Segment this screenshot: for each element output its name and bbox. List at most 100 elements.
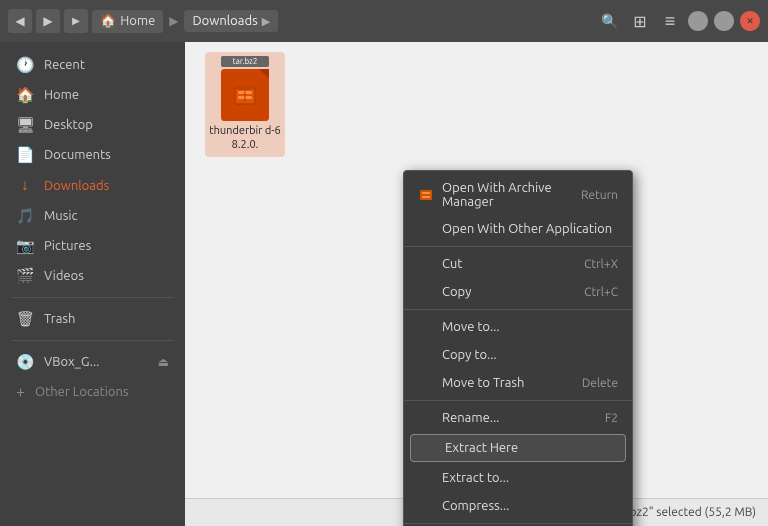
breadcrumb-arrow-btn[interactable]: ▶ [64,9,88,33]
ctx-extract-here[interactable]: Extract Here [410,434,626,462]
sidebar-label-videos: Videos [44,269,84,283]
copy-placeholder [418,284,434,300]
music-icon: 🎵 [16,207,34,225]
sidebar-label-downloads: Downloads [44,179,109,193]
extract-here-placeholder [421,440,437,456]
forward-button[interactable]: ▶ [36,9,60,33]
sidebar-label-other: Other Locations [35,385,129,399]
ctx-cut-shortcut: Ctrl+X [584,258,618,271]
ctx-compress-label: Compress... [442,499,509,513]
file-item-thunderbird[interactable]: tar.bz2 thunderbir d-68.2.0. [205,52,285,157]
rename-placeholder [418,410,434,426]
sidebar-item-recent[interactable]: 🕐 Recent [4,50,181,80]
ctx-open-archive-label: Open With Archive Manager [442,181,573,209]
cut-placeholder [418,256,434,272]
eject-button[interactable]: ⏏ [158,355,169,369]
sidebar-item-documents[interactable]: 📄 Documents [4,140,181,170]
ctx-copy[interactable]: Copy Ctrl+C [404,278,632,306]
file-area[interactable]: tar.bz2 thunderbir d-68.2.0. [185,42,768,498]
trash-icon: 🗑 [16,310,34,328]
content-area: tar.bz2 thunderbir d-68.2.0. [185,42,768,526]
sidebar-item-other-locations[interactable]: + Other Locations [4,377,181,407]
sidebar-item-videos[interactable]: 🎬 Videos [4,261,181,291]
sidebar-divider-2 [12,340,173,341]
ctx-extract-to-label: Extract to... [442,471,509,485]
titlebar: ◀ ▶ ▶ 🏠 Home ▶ Downloads ▶ 🔍 ⊞ ≡ ✕ [0,0,768,42]
main-area: 🕐 Recent 🏠 Home 🖥 Desktop 📄 Documents ↓ … [0,42,768,526]
archive-svg [230,80,260,110]
trash-placeholder [418,375,434,391]
sidebar-label-documents: Documents [44,148,111,162]
sidebar-item-vbox[interactable]: 💿 VBox_G... ⏏ [4,347,181,377]
sidebar-label-vbox: VBox_G... [44,355,99,369]
maximize-button[interactable] [714,11,734,31]
add-location-icon: + [16,383,25,401]
ctx-sep-3 [404,400,632,401]
ctx-move-to[interactable]: Move to... [404,313,632,341]
ctx-open-archive-shortcut: Return [581,189,618,202]
move-to-placeholder [418,319,434,335]
current-folder-label: Downloads [192,14,257,28]
documents-icon: 📄 [16,146,34,164]
sidebar: 🕐 Recent 🏠 Home 🖥 Desktop 📄 Documents ↓ … [0,42,185,526]
sidebar-item-downloads[interactable]: ↓ Downloads [4,170,181,201]
sidebar-label-music: Music [44,209,78,223]
ctx-open-archive[interactable]: Open With Archive Manager Return [404,175,632,215]
vbox-icon: 💿 [16,353,34,371]
extract-to-placeholder [418,470,434,486]
archive-icon [418,187,434,203]
minimize-button[interactable] [688,11,708,31]
sidebar-item-trash[interactable]: 🗑 Trash [4,304,181,334]
sidebar-item-music[interactable]: 🎵 Music [4,201,181,231]
breadcrumb-separator: ▶ [169,14,178,28]
menu-button[interactable]: ≡ [658,9,682,33]
sidebar-label-recent: Recent [44,58,85,72]
ctx-move-to-label: Move to... [442,320,500,334]
file-fold [259,69,269,79]
home-breadcrumb[interactable]: 🏠 Home [92,10,163,33]
ctx-open-other-label: Open With Other Application [442,222,612,236]
home-icon: 🏠 [100,14,116,29]
current-folder-breadcrumb[interactable]: Downloads ▶ [184,10,278,32]
context-menu: Open With Archive Manager Return Open Wi… [403,170,633,526]
file-type-badge: tar.bz2 [221,56,269,67]
home-sidebar-icon: 🏠 [16,86,34,104]
ctx-rename-shortcut: F2 [605,412,618,425]
ctx-copy-label: Copy [442,285,471,299]
sidebar-item-home[interactable]: 🏠 Home [4,80,181,110]
desktop-icon: 🖥 [16,116,34,134]
titlebar-actions: 🔍 ⊞ ≡ ✕ [598,9,760,33]
breadcrumb-end-arrow: ▶ [262,15,270,28]
ctx-copy-to[interactable]: Copy to... [404,341,632,369]
ctx-move-trash[interactable]: Move to Trash Delete [404,369,632,397]
ctx-move-trash-label: Move to Trash [442,376,524,390]
home-label: Home [120,14,155,28]
file-name-label: thunderbir d-68.2.0. [205,124,285,153]
file-icon [221,69,269,121]
pictures-icon: 📷 [16,237,34,255]
view-toggle-button[interactable]: ⊞ [628,9,652,33]
ctx-rename[interactable]: Rename... F2 [404,404,632,432]
back-button[interactable]: ◀ [8,9,32,33]
ctx-sep-1 [404,246,632,247]
ctx-move-trash-shortcut: Delete [582,377,618,390]
ctx-extract-to[interactable]: Extract to... [404,464,632,492]
search-button[interactable]: 🔍 [598,9,622,33]
ctx-compress[interactable]: Compress... [404,492,632,520]
sidebar-label-desktop: Desktop [44,118,93,132]
ctx-sep-2 [404,309,632,310]
close-button[interactable]: ✕ [740,11,760,31]
videos-icon: 🎬 [16,267,34,285]
ctx-rename-label: Rename... [442,411,499,425]
sidebar-label-trash: Trash [44,312,75,326]
ctx-cut[interactable]: Cut Ctrl+X [404,250,632,278]
ctx-cut-label: Cut [442,257,462,271]
compress-placeholder [418,498,434,514]
ctx-sep-4 [404,523,632,524]
ctx-copy-to-label: Copy to... [442,348,497,362]
copy-to-placeholder [418,347,434,363]
ctx-open-other[interactable]: Open With Other Application [404,215,632,243]
sidebar-item-pictures[interactable]: 📷 Pictures [4,231,181,261]
sidebar-item-desktop[interactable]: 🖥 Desktop [4,110,181,140]
open-other-placeholder [418,221,434,237]
